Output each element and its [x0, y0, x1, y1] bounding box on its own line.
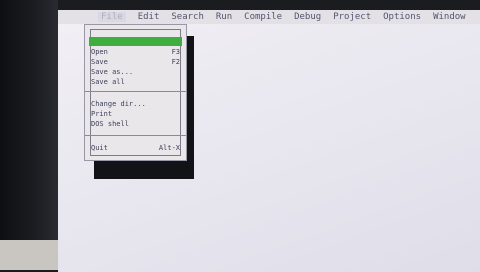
- menu-item-label: Print: [91, 109, 113, 118]
- menu-file[interactable]: File: [98, 12, 126, 22]
- menu-item-save[interactable]: Save F2: [89, 57, 182, 66]
- menu-item-new[interactable]: New: [89, 37, 182, 46]
- menu-item-label: Quit: [91, 143, 108, 152]
- menu-item-label: Change dir...: [91, 99, 146, 108]
- menu-item-label: New: [91, 37, 104, 46]
- menu-item-shortcut: Alt-X: [158, 143, 180, 152]
- file-menu-dropdown: New Open F3 Save F2 Save as... Save all …: [84, 24, 187, 161]
- monitor-bezel: [0, 0, 58, 270]
- menu-item-quit[interactable]: Quit Alt-X: [89, 143, 182, 152]
- menu-item-label: Save: [91, 57, 108, 66]
- menu-item-shortcut: F3: [171, 47, 180, 56]
- menu-item-label: Save as...: [91, 67, 134, 76]
- menu-search[interactable]: Search: [171, 12, 204, 22]
- menu-item-dos-shell[interactable]: DOS shell: [89, 119, 182, 128]
- menu-item-save-all[interactable]: Save all: [89, 77, 182, 86]
- menu-compile[interactable]: Compile: [244, 12, 282, 22]
- menu-item-change-dir[interactable]: Change dir...: [89, 99, 182, 108]
- menu-debug[interactable]: Debug: [294, 12, 321, 22]
- menu-separator: [85, 135, 186, 136]
- menu-item-open[interactable]: Open F3: [89, 47, 182, 56]
- menu-separator: [85, 91, 186, 92]
- menu-bar: File Edit Search Run Compile Debug Proje…: [58, 10, 480, 24]
- menu-item-shortcut: F2: [171, 57, 180, 66]
- menu-run[interactable]: Run: [216, 12, 232, 22]
- menu-edit[interactable]: Edit: [138, 12, 160, 22]
- menu-item-label: DOS shell: [91, 119, 129, 128]
- menu-item-save-as[interactable]: Save as...: [89, 67, 182, 76]
- menu-item-label: Open: [91, 47, 108, 56]
- menu-item-print[interactable]: Print: [89, 109, 182, 118]
- menu-item-label: Save all: [91, 77, 125, 86]
- menu-options[interactable]: Options: [383, 12, 421, 22]
- menu-project[interactable]: Project: [333, 12, 371, 22]
- menu-window[interactable]: Window: [433, 12, 466, 22]
